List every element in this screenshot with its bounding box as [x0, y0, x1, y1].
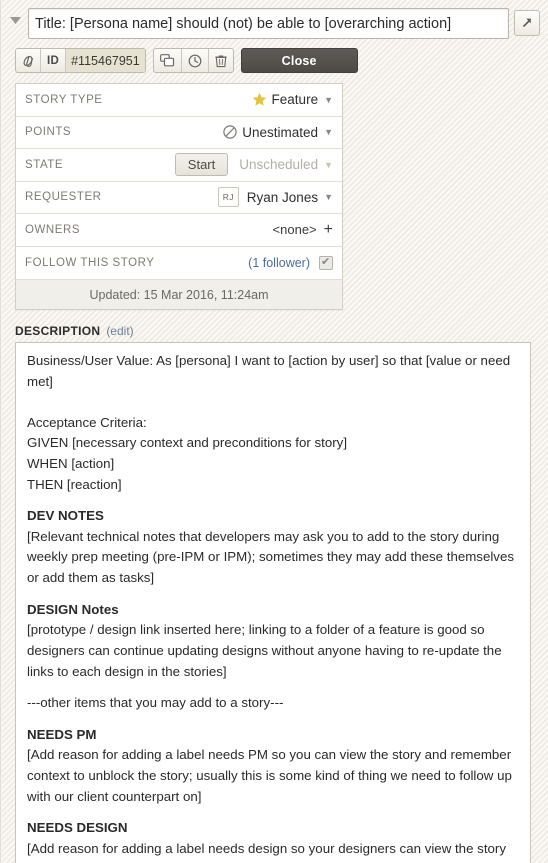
description-edit-link[interactable]: (edit) — [106, 324, 133, 338]
story-meta-table: STORY TYPE Feature ▼ POINTS Unestimated … — [15, 83, 343, 310]
follow-story-checkbox[interactable] — [319, 255, 333, 270]
meta-label: REQUESTER — [25, 191, 102, 204]
chevron-down-icon[interactable]: ▼ — [323, 127, 333, 137]
meta-row-points[interactable]: POINTS Unestimated ▼ — [16, 117, 342, 149]
meta-row-requester[interactable]: REQUESTER RJ Ryan Jones ▼ — [16, 182, 342, 214]
story-type-value: Feature — [271, 92, 319, 108]
description-paragraph: WHEN [action] — [27, 456, 115, 472]
description-paragraph: [Relevant technical notes that developer… — [27, 528, 514, 586]
description-label: DESCRIPTION — [15, 324, 101, 338]
star-icon — [252, 92, 267, 107]
expand-arrow-icon[interactable] — [514, 10, 540, 36]
id-label: ID — [41, 49, 67, 72]
meta-label: OWNERS — [25, 223, 81, 236]
meta-row-follow-story[interactable]: FOLLOW THIS STORY (1 follower) — [16, 247, 342, 280]
description-paragraph: Acceptance Criteria: — [27, 414, 147, 430]
description-header: DESCRIPTION (edit) — [15, 324, 540, 338]
meta-value: <none> + — [272, 221, 333, 238]
duplicate-icon[interactable] — [154, 49, 182, 72]
description-paragraph: THEN [reaction] — [27, 476, 122, 492]
description-subheading: NEEDS DESIGN — [27, 820, 128, 836]
story-title-input[interactable] — [28, 8, 509, 39]
description-paragraph: [prototype / design link inserted here; … — [27, 622, 502, 679]
requester-value: Ryan Jones — [246, 189, 319, 205]
triangle-down-icon[interactable] — [7, 8, 23, 24]
title-row — [5, 5, 540, 39]
avatar: RJ — [217, 187, 239, 208]
story-tools-group — [152, 48, 234, 73]
meta-value: Feature ▼ — [252, 92, 333, 107]
description-blank-line — [27, 392, 519, 413]
owners-value: <none> — [272, 222, 317, 238]
description-paragraph: Business/User Value: As [persona] I want… — [27, 353, 511, 389]
meta-label: FOLLOW THIS STORY — [25, 256, 155, 269]
meta-label: STORY TYPE — [25, 93, 103, 106]
id-button-group: ID #115467951 — [15, 48, 146, 73]
description-subheading: DEV NOTES — [27, 508, 104, 524]
description-subheading: NEEDS PM — [27, 726, 97, 742]
meta-row-state[interactable]: STATE Start Unscheduled ▼ — [16, 149, 342, 182]
meta-value: (1 follower) — [248, 255, 333, 270]
trash-icon[interactable] — [209, 49, 233, 72]
meta-label: STATE — [25, 158, 64, 171]
chevron-down-icon[interactable]: ▼ — [323, 192, 333, 202]
paperclip-icon[interactable] — [16, 49, 41, 72]
description-separator-line: ---other items that you may add to a sto… — [27, 695, 284, 711]
meta-value: RJ Ryan Jones ▼ — [217, 187, 333, 208]
chevron-down-icon[interactable]: ▼ — [323, 160, 333, 170]
updated-timestamp: Updated: 15 Mar 2016, 11:24am — [16, 279, 342, 309]
story-detail-panel: ID #115467951 — [0, 0, 548, 863]
meta-label: POINTS — [25, 126, 72, 139]
meta-row-owners[interactable]: OWNERS <none> + — [16, 214, 342, 247]
description-paragraph: GIVEN [necessary context and preconditio… — [27, 435, 348, 451]
chevron-down-icon[interactable]: ▼ — [323, 95, 333, 105]
description-body[interactable]: Business/User Value: As [persona] I want… — [15, 342, 531, 863]
meta-value: Start Unscheduled ▼ — [174, 153, 333, 177]
description-paragraph: [Add reason for adding a label needs PM … — [27, 747, 512, 804]
close-button[interactable]: Close — [240, 48, 358, 73]
start-button[interactable]: Start — [174, 153, 229, 177]
state-value: Unscheduled — [239, 157, 319, 173]
followers-link[interactable]: (1 follower) — [248, 256, 310, 270]
meta-value: Unestimated ▼ — [223, 125, 333, 140]
story-action-bar: ID #115467951 Close — [5, 39, 540, 73]
description-paragraph: [Add reason for adding a label needs des… — [27, 840, 506, 863]
meta-row-story-type[interactable]: STORY TYPE Feature ▼ — [16, 84, 342, 117]
no-estimate-icon — [223, 125, 237, 139]
clock-history-icon[interactable] — [182, 49, 209, 72]
add-owner-icon[interactable]: + — [322, 221, 333, 238]
story-id-value[interactable]: #115467951 — [66, 49, 145, 72]
description-subheading: DESIGN Notes — [27, 601, 119, 617]
points-value: Unestimated — [242, 124, 319, 140]
